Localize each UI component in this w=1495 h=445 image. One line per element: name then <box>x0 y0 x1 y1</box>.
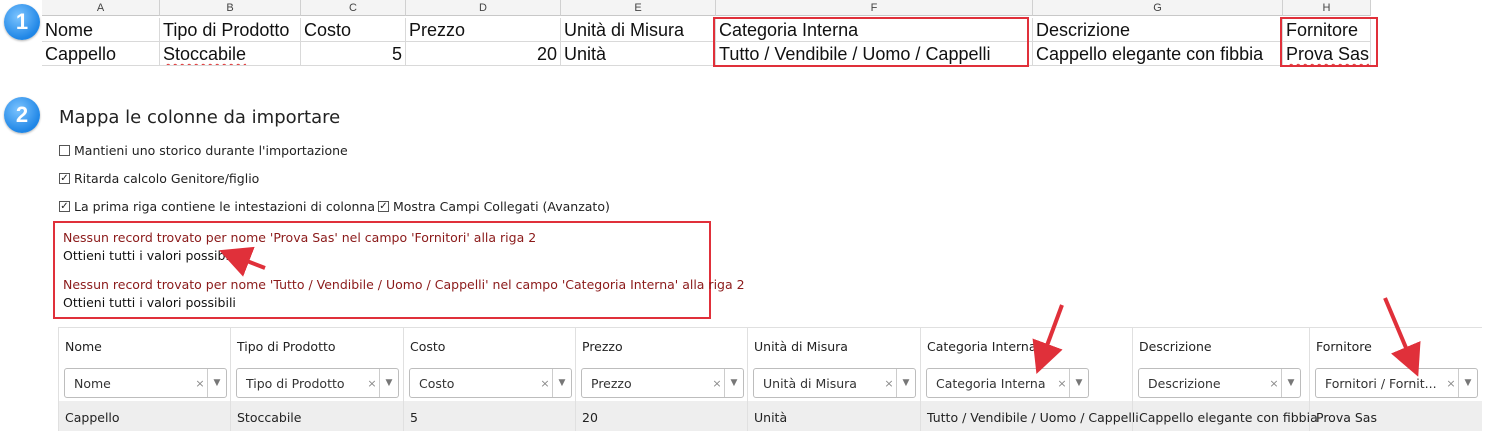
show-linked-checkbox[interactable]: ✓ <box>378 201 389 212</box>
col-letter-c: C <box>301 0 406 16</box>
chevron-down-icon[interactable]: ▼ <box>896 369 915 397</box>
chevron-down-icon[interactable]: ▼ <box>379 369 398 397</box>
column-header: Nome <box>65 339 102 354</box>
row-value: Cappello <box>65 410 120 425</box>
col-letter-b: B <box>160 0 301 16</box>
row-value: 20 <box>582 410 598 425</box>
sheet-cell-unita: Unità <box>561 42 716 66</box>
sheet-cell-costo: 5 <box>301 42 406 66</box>
chevron-down-icon[interactable]: ▼ <box>552 369 571 397</box>
delay-parent-checkbox[interactable]: ✓ <box>59 173 70 184</box>
sheet-cell-tipo: Stoccabile <box>160 42 301 66</box>
field-select-prezzo[interactable]: Prezzo × ▼ <box>581 368 744 398</box>
clear-icon[interactable]: × <box>882 377 896 390</box>
delay-parent-option[interactable]: ✓ Ritarda calcolo Genitore/figlio <box>59 171 259 186</box>
row-value: Cappello elegante con fibbia <box>1139 410 1318 425</box>
field-select-costo[interactable]: Costo × ▼ <box>409 368 572 398</box>
column-header: Categoria Interna <box>927 339 1037 354</box>
field-select-value: Nome <box>74 375 111 391</box>
show-linked-label: Mostra Campi Collegati (Avanzato) <box>393 199 610 214</box>
field-select-value: Descrizione <box>1148 375 1221 391</box>
first-row-headers-label: La prima riga contiene le intestazioni d… <box>74 199 376 214</box>
field-select-value: Tipo di Prodotto <box>246 375 345 391</box>
first-row-headers-option[interactable]: ✓ La prima riga contiene le intestazioni… <box>59 199 375 214</box>
get-all-values-link-2[interactable]: Ottieni tutti i valori possibili <box>63 295 236 310</box>
clear-icon[interactable]: × <box>538 377 552 390</box>
field-select-value: Unità di Misura <box>763 375 857 391</box>
chevron-down-icon[interactable]: ▼ <box>207 369 226 397</box>
field-select-value: Costo <box>419 375 455 391</box>
error-message-fornitori: Nessun record trovato per nome 'Prova Sa… <box>63 230 537 245</box>
section-title: Mappa le colonne da importare <box>59 107 341 128</box>
field-select-categoria[interactable]: Categoria Interna × ▼ <box>926 368 1089 398</box>
row-value: Tutto / Vendibile / Uomo / Cappelli <box>927 410 1139 425</box>
column-header: Costo <box>410 339 446 354</box>
highlight-categoria-column <box>713 17 1029 67</box>
sheet-header-tipo: Tipo di Prodotto <box>160 18 301 42</box>
column-header: Descrizione <box>1139 339 1212 354</box>
sheet-cell-prezzo: 20 <box>406 42 561 66</box>
col-letter-a: A <box>42 0 160 16</box>
sheet-cell-nome: Cappello <box>42 42 160 66</box>
step-2-badge: 2 <box>4 97 40 133</box>
mapping-column-fornitore: Fornitore Fornitori / Fornit... × ▼ Prov… <box>1309 327 1482 431</box>
clear-icon[interactable]: × <box>1055 377 1069 390</box>
delay-parent-label: Ritarda calcolo Genitore/figlio <box>74 171 260 186</box>
sheet-cell-tipo-text: Stoccabile <box>163 44 247 64</box>
field-select-tipo[interactable]: Tipo di Prodotto × ▼ <box>236 368 399 398</box>
column-header: Fornitore <box>1316 339 1372 354</box>
col-letter-h: H <box>1283 0 1371 16</box>
field-select-descrizione[interactable]: Descrizione × ▼ <box>1138 368 1301 398</box>
field-select-value: Fornitori / Fornit... <box>1325 375 1437 391</box>
get-all-values-link-1[interactable]: Ottieni tutti i valori possibili <box>63 248 236 263</box>
row-value: Stoccabile <box>237 410 302 425</box>
chevron-down-icon[interactable]: ▼ <box>724 369 743 397</box>
row-value: Unità <box>754 410 788 425</box>
mapping-column-descrizione: Descrizione Descrizione × ▼ Cappello ele… <box>1132 327 1318 431</box>
sheet-header-costo: Costo <box>301 18 406 42</box>
col-letter-f: F <box>716 0 1033 16</box>
sheet-header-descrizione: Descrizione <box>1033 18 1283 42</box>
mapping-column-unita: Unità di Misura Unità di Misura × ▼ Unit… <box>747 327 920 431</box>
col-letter-e: E <box>561 0 716 16</box>
sheet-header-prezzo: Prezzo <box>406 18 561 42</box>
clear-icon[interactable]: × <box>365 377 379 390</box>
sheet-cell-descrizione: Cappello elegante con fibbia <box>1033 42 1283 66</box>
keep-history-option[interactable]: Mantieni uno storico durante l'importazi… <box>59 143 348 158</box>
field-select-fornitore[interactable]: Fornitori / Fornit... × ▼ <box>1315 368 1478 398</box>
clear-icon[interactable]: × <box>710 377 724 390</box>
keep-history-checkbox[interactable] <box>59 145 70 156</box>
clear-icon[interactable]: × <box>1267 377 1281 390</box>
column-header: Unità di Misura <box>754 339 848 354</box>
mapping-column-prezzo: Prezzo Prezzo × ▼ 20 <box>575 327 747 431</box>
field-select-unita[interactable]: Unità di Misura × ▼ <box>753 368 916 398</box>
column-header: Prezzo <box>582 339 623 354</box>
sheet-header-nome: Nome <box>42 18 160 42</box>
mapping-column-nome: Nome Nome × ▼ Cappello <box>58 327 230 431</box>
field-select-value: Prezzo <box>591 375 632 391</box>
first-row-headers-checkbox[interactable]: ✓ <box>59 201 70 212</box>
column-header: Tipo di Prodotto <box>237 339 336 354</box>
keep-history-label: Mantieni uno storico durante l'importazi… <box>74 143 348 158</box>
field-select-value: Categoria Interna <box>936 375 1046 391</box>
clear-icon[interactable]: × <box>193 377 207 390</box>
col-letter-g: G <box>1033 0 1283 16</box>
col-letter-d: D <box>406 0 561 16</box>
mapping-column-categoria: Categoria Interna Categoria Interna × ▼ … <box>920 327 1139 431</box>
highlight-fornitore-column <box>1280 17 1378 67</box>
row-value: 5 <box>410 410 418 425</box>
mapping-column-tipo: Tipo di Prodotto Tipo di Prodotto × ▼ St… <box>230 327 403 431</box>
clear-icon[interactable]: × <box>1444 377 1458 390</box>
chevron-down-icon[interactable]: ▼ <box>1458 369 1477 397</box>
field-select-nome[interactable]: Nome × ▼ <box>64 368 227 398</box>
chevron-down-icon[interactable]: ▼ <box>1281 369 1300 397</box>
error-message-categoria: Nessun record trovato per nome 'Tutto / … <box>63 277 745 292</box>
mapping-column-costo: Costo Costo × ▼ 5 <box>403 327 575 431</box>
row-value: Prova Sas <box>1316 410 1377 425</box>
sheet-header-unita: Unità di Misura <box>561 18 716 42</box>
step-1-badge: 1 <box>4 4 40 40</box>
chevron-down-icon[interactable]: ▼ <box>1069 369 1088 397</box>
show-linked-option[interactable]: ✓ Mostra Campi Collegati (Avanzato) <box>378 199 610 214</box>
